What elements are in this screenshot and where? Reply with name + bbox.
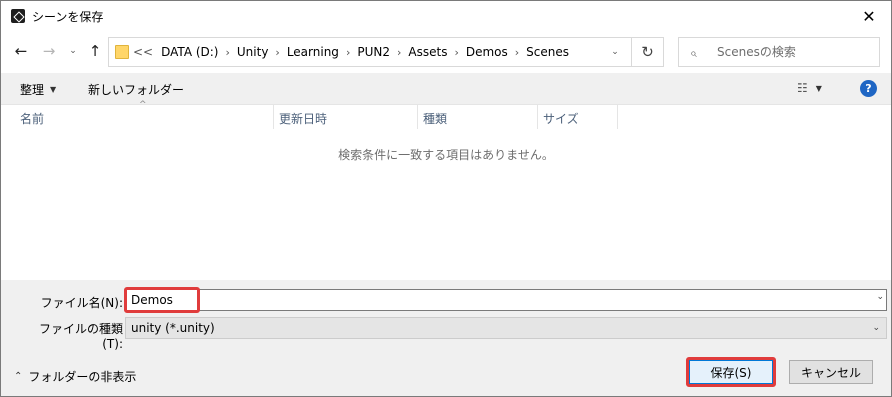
change-view-button[interactable]: ☷ ▼ [797, 81, 822, 95]
caret-down-icon: ▼ [50, 85, 57, 94]
empty-list-message: 検索条件に一致する項目はありません。 [338, 148, 554, 162]
organize-button[interactable]: 整理 ▼ [20, 81, 56, 98]
breadcrumb-overflow[interactable]: << [133, 45, 153, 59]
breadcrumb-item-pun2[interactable]: PUN2 [357, 45, 390, 59]
filetype-label: ファイルの種類(T): [38, 322, 123, 351]
hide-folders-toggle[interactable]: ⌃ フォルダーの非表示 [14, 368, 136, 385]
breadcrumb-item-assets[interactable]: Assets [408, 45, 447, 59]
breadcrumb-item-unity[interactable]: Unity [237, 45, 269, 59]
search-box[interactable]: ⌕ [678, 37, 880, 67]
breadcrumb-item-learning[interactable]: Learning [287, 45, 339, 59]
breadcrumb-separator-icon[interactable]: › [346, 46, 350, 59]
filename-field[interactable] [131, 290, 831, 310]
filetype-value: unity (*.unity) [131, 321, 215, 335]
breadcrumb-item-scenes[interactable]: Scenes [526, 45, 569, 59]
chevron-down-icon[interactable]: ⌄ [872, 323, 880, 333]
filename-label: ファイル名(N): [40, 296, 123, 310]
window-title: シーンを保存 [32, 10, 104, 24]
file-list: ^ 名前 更新日時 種類 サイズ 検索条件に一致する項目はありません。 [1, 100, 891, 280]
breadcrumb-item-data-drive[interactable]: DATA (D:) [161, 45, 218, 59]
filetype-select[interactable]: unity (*.unity) ⌄ [125, 317, 887, 339]
breadcrumb-separator-icon[interactable]: › [275, 46, 279, 59]
column-header-name[interactable]: 名前 [15, 105, 274, 129]
column-header-modified[interactable]: 更新日時 [274, 105, 418, 129]
unity-app-icon [11, 9, 25, 23]
command-toolbar: 整理 ▼ 新しいフォルダー ☷ ▼ ? [1, 73, 891, 105]
address-dropdown-icon[interactable]: ⌄ [603, 38, 627, 66]
breadcrumb-item-demos[interactable]: Demos [466, 45, 508, 59]
filename-combobox[interactable]: ⌄ [125, 289, 887, 311]
breadcrumb-separator-icon[interactable]: › [397, 46, 401, 59]
save-options-panel: ファイル名(N): ⌄ ファイルの種類(T): unity (*.unity) … [1, 280, 891, 396]
breadcrumb-separator-icon[interactable]: › [225, 46, 229, 59]
folder-icon [115, 45, 129, 59]
navigation-row: ← → ⌄ ↑ << DATA (D:) › Unity › Learning … [1, 35, 891, 69]
new-folder-button[interactable]: 新しいフォルダー [88, 81, 184, 98]
save-button[interactable]: 保存(S) [689, 360, 773, 384]
details-view-icon: ☷ [797, 81, 808, 95]
cancel-button[interactable]: キャンセル [789, 360, 873, 384]
forward-arrow-icon[interactable]: → [39, 41, 59, 61]
up-arrow-icon[interactable]: ↑ [85, 41, 105, 61]
caret-down-icon: ▼ [815, 83, 822, 93]
organize-label: 整理 [20, 83, 45, 97]
refresh-icon[interactable]: ↻ [631, 38, 663, 66]
title-bar: シーンを保存 ✕ [1, 1, 891, 31]
search-icon: ⌕ [690, 46, 697, 60]
hide-folders-label: フォルダーの非表示 [28, 370, 137, 384]
breadcrumb-separator-icon[interactable]: › [515, 46, 519, 59]
chevron-up-icon: ⌃ [14, 371, 23, 382]
column-header-type[interactable]: 種類 [418, 105, 538, 129]
address-bar[interactable]: << DATA (D:) › Unity › Learning › PUN2 ›… [108, 37, 664, 67]
chevron-down-icon[interactable]: ⌄ [876, 292, 884, 302]
breadcrumb-separator-icon[interactable]: › [454, 46, 458, 59]
breadcrumb: << DATA (D:) › Unity › Learning › PUN2 ›… [133, 45, 569, 59]
close-button[interactable]: ✕ [847, 1, 891, 31]
save-scene-dialog: シーンを保存 ✕ ← → ⌄ ↑ << DATA (D:) › Unity › … [0, 0, 892, 397]
search-input[interactable] [717, 38, 877, 66]
column-header-size[interactable]: サイズ [538, 105, 618, 129]
help-icon[interactable]: ? [860, 80, 877, 97]
back-arrow-icon[interactable]: ← [11, 41, 31, 61]
recent-locations-chevron-icon[interactable]: ⌄ [63, 41, 83, 61]
